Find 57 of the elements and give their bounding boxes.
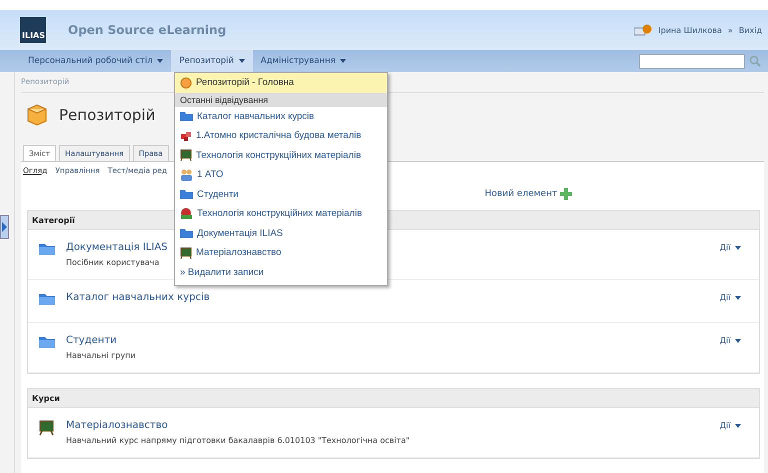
folder-icon xyxy=(38,292,56,306)
caret-icon xyxy=(157,58,164,63)
menu-link[interactable]: » Видалити записи xyxy=(175,262,387,282)
side-panel-toggle[interactable] xyxy=(0,215,9,239)
user-name[interactable]: Ірина Шилкова xyxy=(658,26,722,34)
item-description: Посібник користувача xyxy=(66,258,160,267)
board-icon xyxy=(180,149,192,162)
plus-icon xyxy=(560,188,572,200)
caret-icon xyxy=(238,58,245,63)
caret-icon xyxy=(735,296,741,300)
puzzle-icon xyxy=(180,130,192,142)
caret-icon xyxy=(735,246,741,250)
menu-group-header: Останні відвідування xyxy=(175,92,387,106)
menu-item[interactable]: Матеріалознавство xyxy=(175,243,387,262)
item-title-link[interactable]: Студенти xyxy=(66,335,117,346)
menu-item[interactable]: Студенти xyxy=(175,184,387,204)
logout-link[interactable]: Вихід xyxy=(738,26,762,34)
logo: ILIAS xyxy=(20,17,46,43)
section-title: Категорії xyxy=(32,216,75,224)
caret-icon xyxy=(340,58,346,63)
site-title: Open Source eLearning xyxy=(68,23,226,37)
menu-item[interactable]: Технологія конструкційних матеріалів xyxy=(175,146,387,165)
folder-icon xyxy=(180,111,193,122)
item-title-link[interactable]: Каталог навчальних курсів xyxy=(66,292,210,303)
search-icon[interactable] xyxy=(748,54,762,68)
section-title: Курси xyxy=(32,394,60,402)
folder-icon xyxy=(180,189,193,200)
actions-menu[interactable]: Дії xyxy=(714,335,747,346)
search-field[interactable] xyxy=(639,54,745,68)
folder-icon xyxy=(180,228,193,238)
item-description: Навчальний курс напряму підготовки бакалаврів 6.010103 "Технологічна освіта" xyxy=(66,436,410,445)
actions-menu[interactable]: Дії xyxy=(714,242,747,253)
menu-item[interactable]: 1 АТО xyxy=(175,165,387,184)
menu-item[interactable]: Репозиторій - Головна xyxy=(175,73,387,92)
folder-icon xyxy=(38,242,56,256)
page-title: Репозиторій xyxy=(59,106,156,124)
board-icon xyxy=(38,420,56,436)
nav-menu[interactable]: Персональний робочий стіл xyxy=(20,50,172,72)
group-icon xyxy=(180,168,193,181)
actions-menu[interactable]: Дії xyxy=(714,292,747,303)
actions-menu[interactable]: Дії xyxy=(714,420,747,431)
caret-icon xyxy=(735,338,741,343)
menu-item[interactable]: 1.Атомно кристалічна будова металів xyxy=(175,126,387,146)
nav-menu[interactable]: Репозиторій xyxy=(171,50,253,72)
menu-item[interactable]: Документація ILIAS xyxy=(175,224,387,243)
folder-icon xyxy=(38,335,56,349)
mail-icon[interactable] xyxy=(634,24,652,36)
nav-menu[interactable]: Адміністрування xyxy=(252,50,354,72)
separator: » xyxy=(728,26,733,34)
menu-item[interactable]: Каталог навчальних курсів xyxy=(175,106,387,126)
new-item-link[interactable]: Новий елемент xyxy=(484,189,558,199)
item-title-link[interactable]: Матеріалознавство xyxy=(66,420,168,431)
board-icon xyxy=(180,246,192,259)
menu-item[interactable]: Технологія конструкційних матеріалів xyxy=(175,204,387,224)
item-description: Навчальні групи xyxy=(66,351,136,360)
item-title-link[interactable]: Документація ILIAS xyxy=(66,242,168,253)
caret-icon xyxy=(735,424,741,428)
